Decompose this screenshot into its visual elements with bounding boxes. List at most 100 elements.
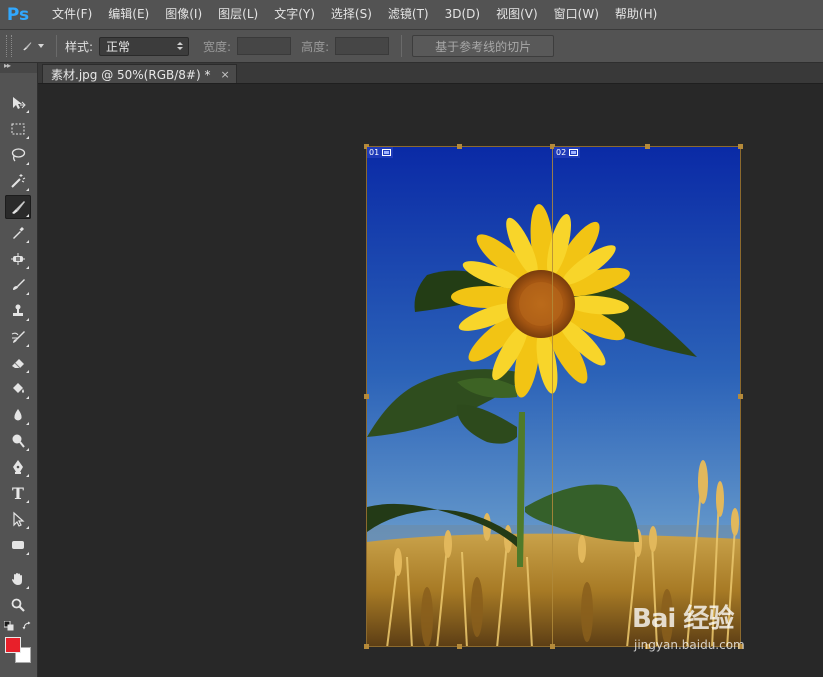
slice-icon xyxy=(12,201,25,214)
toolbox: ▸▸ T xyxy=(0,61,38,677)
eyedropper-icon xyxy=(13,227,24,239)
eyedropper-tool[interactable] xyxy=(5,221,31,245)
move-tool[interactable] xyxy=(5,91,31,115)
water-drop-icon xyxy=(14,409,22,421)
tool-group-indicator xyxy=(26,448,29,451)
slice-handle[interactable] xyxy=(738,394,743,399)
tool-group-indicator xyxy=(26,552,29,555)
watermark-logo-text: Bai 经验 xyxy=(632,604,734,634)
slice-handle[interactable] xyxy=(364,644,369,649)
type-tool[interactable]: T xyxy=(5,481,31,505)
dodge-tool[interactable] xyxy=(5,429,31,453)
hand-icon xyxy=(12,573,22,585)
blur-tool[interactable] xyxy=(5,403,31,427)
width-field[interactable] xyxy=(237,37,292,55)
pen-tool[interactable] xyxy=(5,455,31,479)
slice-handle[interactable] xyxy=(645,144,650,149)
eraser-tool[interactable] xyxy=(5,351,31,375)
tool-group-indicator xyxy=(26,586,29,589)
magic-wand-tool[interactable] xyxy=(5,169,31,193)
menu-edit[interactable]: 编辑(E) xyxy=(100,0,157,29)
image-slice-icon xyxy=(569,149,579,156)
rectangle-tool[interactable] xyxy=(5,533,31,557)
paint-bucket-tool[interactable] xyxy=(5,377,31,401)
path-selection-tool[interactable] xyxy=(5,507,31,531)
baidu-jingyan-watermark: Bai 经验 jingyan.baidu.com xyxy=(632,598,792,658)
menu-3d[interactable]: 3D(D) xyxy=(437,0,488,29)
tool-group-indicator xyxy=(26,266,29,269)
tool-group-indicator xyxy=(26,474,29,477)
slice-badge-01[interactable]: 01 xyxy=(367,147,394,158)
tool-group-indicator xyxy=(26,526,29,529)
menu-view[interactable]: 视图(V) xyxy=(488,0,546,29)
zoom-tool[interactable] xyxy=(5,593,31,617)
menu-bar: Ps 文件(F) 编辑(E) 图像(I) 图层(L) 文字(Y) 选择(S) 滤… xyxy=(0,0,823,30)
watermark-url: jingyan.baidu.com xyxy=(634,638,745,652)
type-icon: T xyxy=(12,483,24,503)
menu-help[interactable]: 帮助(H) xyxy=(607,0,665,29)
tool-group-indicator xyxy=(26,500,29,503)
magic-wand-icon xyxy=(11,174,26,188)
close-icon[interactable]: × xyxy=(220,68,229,81)
slice-badge-02[interactable]: 02 xyxy=(554,147,581,158)
tool-group-indicator xyxy=(26,318,29,321)
style-label: 样式: xyxy=(65,39,94,54)
foreground-color-swatch[interactable] xyxy=(5,637,21,653)
paint-bucket-icon xyxy=(13,383,24,393)
brush-tool[interactable] xyxy=(5,273,31,297)
tool-group-indicator xyxy=(26,110,29,113)
options-bar-grip[interactable] xyxy=(6,35,12,57)
marquee-tool[interactable] xyxy=(5,117,31,141)
tool-group-indicator xyxy=(26,292,29,295)
image-slice-icon xyxy=(382,149,392,156)
sunflower-photo[interactable] xyxy=(366,146,741,647)
height-field[interactable] xyxy=(335,37,390,55)
slice-boundary-line[interactable] xyxy=(552,146,553,647)
menu-filter[interactable]: 滤镜(T) xyxy=(380,0,437,29)
menu-select[interactable]: 选择(S) xyxy=(323,0,380,29)
default-colors-icon[interactable] xyxy=(4,621,14,631)
path-selection-icon xyxy=(13,511,25,527)
tool-group-indicator xyxy=(26,214,29,217)
rounded-rectangle-icon xyxy=(12,541,24,549)
bandage-icon xyxy=(11,253,25,265)
clone-stamp-tool[interactable] xyxy=(5,299,31,323)
menu-window[interactable]: 窗口(W) xyxy=(546,0,607,29)
move-icon xyxy=(13,97,26,109)
select-arrows-icon xyxy=(177,42,184,50)
tool-group-indicator xyxy=(26,240,29,243)
stamp-icon xyxy=(13,304,23,316)
menu-file[interactable]: 文件(F) xyxy=(44,0,100,29)
slices-from-guides-button[interactable]: 基于参考线的切片 xyxy=(412,35,555,57)
history-brush-tool[interactable] xyxy=(5,325,31,349)
tool-preset-picker[interactable] xyxy=(22,35,44,57)
tool-group-indicator xyxy=(26,396,29,399)
slice-handle[interactable] xyxy=(457,644,462,649)
menu-layer[interactable]: 图层(L) xyxy=(210,0,266,29)
slice-handle[interactable] xyxy=(457,144,462,149)
tool-group-indicator xyxy=(26,188,29,191)
document-tab-bar: 素材.jpg @ 50%(RGB/8#) * × xyxy=(38,63,823,84)
hand-tool[interactable] xyxy=(5,567,31,591)
menu-type[interactable]: 文字(Y) xyxy=(266,0,323,29)
tool-group-indicator xyxy=(26,370,29,373)
menu-image[interactable]: 图像(I) xyxy=(157,0,210,29)
slice-handle[interactable] xyxy=(550,644,555,649)
swap-colors-icon[interactable] xyxy=(22,621,32,631)
slice-tool[interactable] xyxy=(5,195,31,219)
double-chevron-icon: ▸▸ xyxy=(4,61,11,70)
toolbox-header[interactable]: ▸▸ xyxy=(0,61,37,73)
lasso-icon xyxy=(11,148,26,162)
options-divider xyxy=(56,35,57,57)
lasso-tool[interactable] xyxy=(5,143,31,167)
slice-handle[interactable] xyxy=(364,394,369,399)
tool-group-indicator xyxy=(26,162,29,165)
document-tab[interactable]: 素材.jpg @ 50%(RGB/8#) * × xyxy=(42,64,237,83)
sunflower-image xyxy=(367,147,740,646)
style-select[interactable]: 正常 xyxy=(99,36,190,56)
tool-group-indicator xyxy=(26,136,29,139)
slice-tool-preset-icon xyxy=(23,42,32,51)
spot-healing-tool[interactable] xyxy=(5,247,31,271)
style-select-value: 正常 xyxy=(106,39,131,54)
slice-handle[interactable] xyxy=(738,144,743,149)
